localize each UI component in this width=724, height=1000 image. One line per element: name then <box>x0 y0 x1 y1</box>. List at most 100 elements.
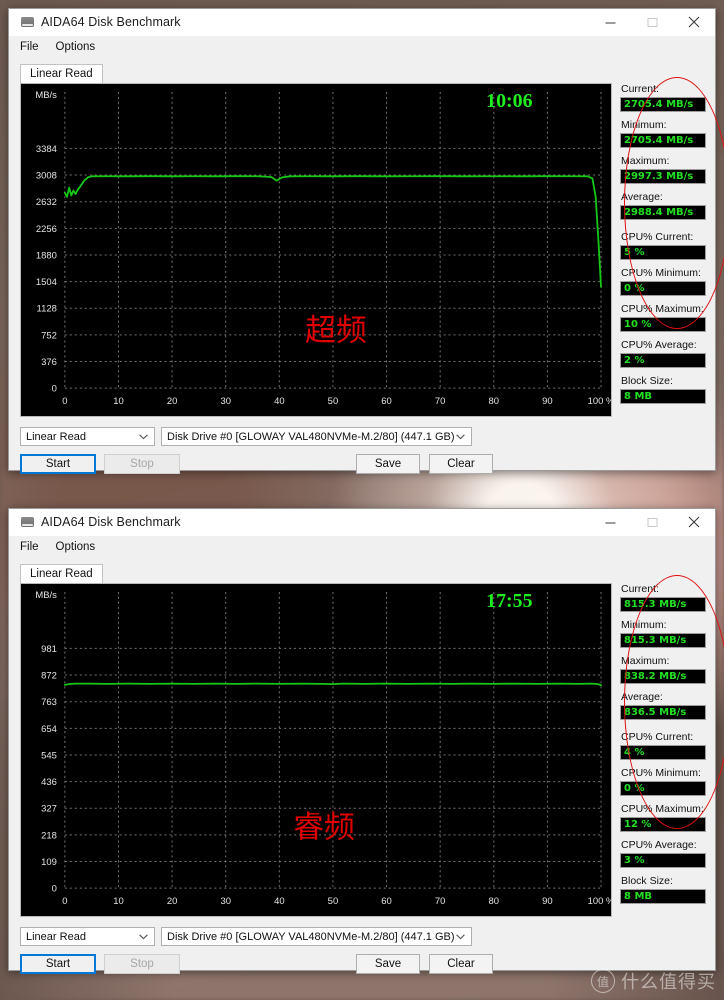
svg-text:0: 0 <box>52 384 57 395</box>
svg-text:654: 654 <box>41 724 57 735</box>
svg-text:376: 376 <box>41 357 57 368</box>
svg-text:3384: 3384 <box>36 144 57 155</box>
svg-text:981: 981 <box>41 644 57 655</box>
svg-text:30: 30 <box>220 396 231 407</box>
stat-value-field: 12 % <box>620 817 706 832</box>
window-buttons <box>589 9 715 35</box>
disk-drive-select[interactable]: Disk Drive #0 [GLOWAY VAL480NVMe-M.2/80]… <box>161 927 472 946</box>
benchmark-mode-select[interactable]: Linear Read <box>20 927 155 946</box>
stat-value-field: 0 % <box>620 281 706 296</box>
stat-label: Block Size: <box>621 875 673 887</box>
stat-value-field: 3 % <box>620 853 706 868</box>
chevron-down-icon <box>456 431 465 443</box>
chevron-down-icon <box>139 431 148 443</box>
close-button[interactable] <box>673 9 715 35</box>
svg-text:100 %: 100 % <box>588 396 611 407</box>
svg-text:20: 20 <box>167 396 178 407</box>
stat-label: Current: <box>621 83 659 95</box>
svg-text:60: 60 <box>381 396 392 407</box>
tabstrip: Linear Read <box>20 564 715 585</box>
client-area: MB/s 0 109 218 327 436 545 654 763 872 981 0 10 20 30 4… <box>20 575 724 974</box>
watermark-logo-icon: 值 <box>591 969 615 993</box>
svg-text:90: 90 <box>542 896 553 907</box>
maximize-button[interactable] <box>631 9 673 35</box>
clear-button[interactable]: Clear <box>429 454 493 474</box>
benchmark-chart-2: MB/s 0 109 218 327 436 545 654 763 872 981 0 10 20 30 4… <box>20 583 612 917</box>
close-button[interactable] <box>673 509 715 535</box>
svg-text:50: 50 <box>328 396 339 407</box>
benchmark-mode-select[interactable]: Linear Read <box>20 427 155 446</box>
titlebar: AIDA64 Disk Benchmark <box>9 9 715 36</box>
svg-text:70: 70 <box>435 396 446 407</box>
maximize-button[interactable] <box>631 509 673 535</box>
watermark-text: 什么值得买 <box>621 972 716 993</box>
start-button[interactable]: Start <box>20 454 96 474</box>
stat-label: CPU% Maximum: <box>621 303 704 315</box>
disk-drive-select[interactable]: Disk Drive #0 [GLOWAY VAL480NVMe-M.2/80]… <box>161 427 472 446</box>
svg-text:10: 10 <box>113 896 124 907</box>
svg-text:327: 327 <box>41 804 57 815</box>
svg-text:70: 70 <box>435 896 446 907</box>
svg-text:0: 0 <box>62 396 67 407</box>
svg-text:218: 218 <box>41 830 57 841</box>
disk-drive-value: Disk Drive #0 [GLOWAY VAL480NVMe-M.2/80]… <box>167 930 455 943</box>
controls-area: Linear Read Disk Drive #0 [GLOWAY VAL480… <box>20 927 612 974</box>
aida64-window-2: AIDA64 Disk Benchmark File Options Linea… <box>8 508 724 974</box>
svg-text:1504: 1504 <box>36 277 57 288</box>
stat-value-field: 836.5 MB/s <box>620 705 706 720</box>
menu-item-file[interactable]: File <box>20 41 39 53</box>
svg-text:10:06: 10:06 <box>486 90 533 112</box>
stat-value-field: 0 % <box>620 781 706 796</box>
svg-text:50: 50 <box>328 896 339 907</box>
stat-label: CPU% Average: <box>621 839 697 851</box>
minimize-button[interactable] <box>589 509 631 535</box>
svg-text:100 %: 100 % <box>588 896 611 907</box>
svg-text:MB/s: MB/s <box>35 90 57 101</box>
stat-label: Maximum: <box>621 155 670 167</box>
stat-value-field: 4 % <box>620 745 706 760</box>
stat-value-field: 2 % <box>620 353 706 368</box>
statistics-panel: Current: 815.3 MB/s Minimum: 815.3 MB/s Maxi… <box>620 583 706 975</box>
stat-value-field: 2705.4 MB/s <box>620 97 706 112</box>
stat-value-field: 8 MB <box>620 389 706 404</box>
stat-label: Block Size: <box>621 375 673 387</box>
menu-item-options[interactable]: Options <box>56 541 96 553</box>
stat-value-field: 838.2 MB/s <box>620 669 706 684</box>
svg-text:109: 109 <box>41 857 57 868</box>
stat-label: Average: <box>621 691 663 703</box>
tab-linear-read[interactable]: Linear Read <box>20 64 103 83</box>
buttons-row: Start Stop Save Clear <box>20 454 612 474</box>
chevron-down-icon <box>139 931 148 943</box>
save-button[interactable]: Save <box>356 954 420 974</box>
svg-text:20: 20 <box>167 896 178 907</box>
svg-text:3008: 3008 <box>36 171 57 182</box>
svg-text:1128: 1128 <box>37 304 57 315</box>
minimize-button[interactable] <box>589 9 631 35</box>
titlebar: AIDA64 Disk Benchmark <box>9 509 715 536</box>
svg-text:MB/s: MB/s <box>35 590 57 601</box>
stat-value-field: 2997.3 MB/s <box>620 169 706 184</box>
svg-text:80: 80 <box>489 396 500 407</box>
svg-text:2256: 2256 <box>36 224 57 235</box>
save-button[interactable]: Save <box>356 454 420 474</box>
selectors-row: Linear Read Disk Drive #0 [GLOWAY VAL480… <box>20 927 612 946</box>
menubar: File Options <box>9 536 715 557</box>
stat-label: CPU% Maximum: <box>621 803 704 815</box>
start-button[interactable]: Start <box>20 954 96 974</box>
statistics-panel: Current: 2705.4 MB/s Minimum: 2705.4 MB/s Ma… <box>620 83 706 475</box>
benchmark-chart-1: MB/s 0 376 752 1128 1504 1880 2256 2632 3008 3384 0… <box>20 83 612 417</box>
svg-text:40: 40 <box>274 396 285 407</box>
stat-value-field: 8 MB <box>620 889 706 904</box>
menu-item-file[interactable]: File <box>20 541 39 553</box>
svg-text:睿频: 睿频 <box>293 810 355 846</box>
svg-text:1880: 1880 <box>36 250 57 261</box>
stat-label: CPU% Current: <box>621 731 694 743</box>
benchmark-mode-value: Linear Read <box>26 930 86 943</box>
site-watermark: 值 什么值得买 <box>591 968 716 994</box>
clear-button[interactable]: Clear <box>429 954 493 974</box>
svg-text:40: 40 <box>274 896 285 907</box>
menu-item-options[interactable]: Options <box>56 41 96 53</box>
chart-canvas: MB/s 0 376 752 1128 1504 1880 2256 2632 3008 3384 0… <box>21 84 611 416</box>
tab-linear-read[interactable]: Linear Read <box>20 564 103 583</box>
client-area: MB/s 0 376 752 1128 1504 1880 2256 2632 3008 3384 0… <box>20 77 724 474</box>
